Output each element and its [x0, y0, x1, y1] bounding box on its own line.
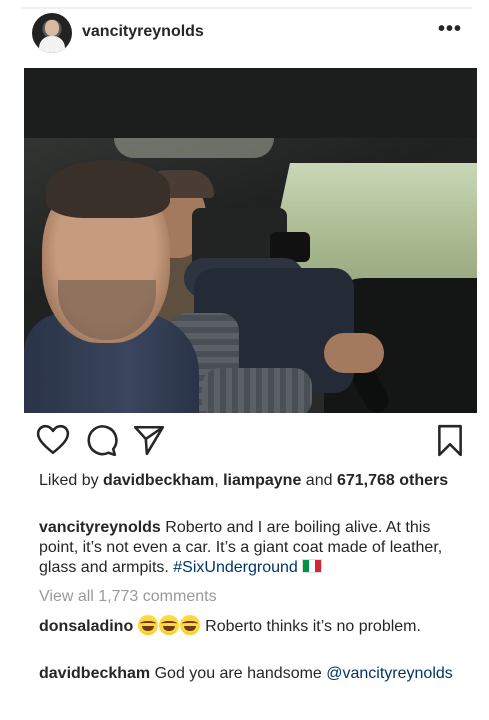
laughing-emoji-icon [158, 615, 179, 635]
caption-hashtag[interactable]: #SixUnderground [173, 559, 298, 576]
liked-by-user-liampayne[interactable]: liampayne [223, 472, 301, 489]
likes-separator: , [214, 472, 224, 489]
post-photo[interactable] [24, 68, 477, 413]
post-header: vancityreynolds ••• [24, 12, 474, 58]
liked-by-user-davidbeckham[interactable]: davidbeckham [103, 472, 214, 489]
comment-icon[interactable] [84, 423, 118, 457]
likes-and: and [301, 472, 337, 489]
comment-mention[interactable]: @vancityreynolds [326, 665, 453, 682]
comment-text: Roberto thinks it’s no problem. [200, 618, 421, 635]
likes-prefix: Liked by [39, 472, 104, 489]
post-actions [24, 423, 477, 459]
comment-item: donsaladino Roberto thinks it’s no probl… [39, 615, 459, 638]
comment-item: davidbeckham God you are handsome @vanci… [39, 663, 459, 685]
post-caption: vancityreynolds Roberto and I are boilin… [39, 518, 459, 578]
laughing-emoji-icon [179, 615, 200, 635]
caption-username[interactable]: vancityreynolds [39, 519, 161, 536]
send-icon[interactable] [132, 423, 166, 457]
photo-blanket-2 [202, 368, 312, 413]
view-all-comments-link[interactable]: View all 1,773 comments [39, 588, 217, 606]
photo-person-1-hair [46, 160, 170, 218]
comment-username[interactable]: davidbeckham [39, 665, 150, 682]
more-options-icon[interactable]: ••• [438, 18, 462, 41]
comment-text: God you are handsome [150, 665, 327, 682]
likes-summary: Liked by davidbeckham, liampayne and 671… [39, 471, 459, 491]
bookmark-icon[interactable] [433, 423, 467, 457]
italy-flag-icon [301, 559, 322, 573]
avatar-face [45, 20, 59, 36]
top-divider [22, 7, 472, 9]
likes-count[interactable]: 671,768 others [337, 472, 448, 489]
laughing-emoji-icon [137, 615, 158, 635]
avatar-shirt [39, 36, 65, 53]
avatar[interactable] [32, 13, 72, 53]
heart-icon[interactable] [36, 423, 70, 457]
photo-roof [24, 68, 477, 138]
comment-username[interactable]: donsaladino [39, 618, 133, 635]
photo-arm [324, 333, 384, 373]
post-username[interactable]: vancityreynolds [82, 23, 204, 41]
